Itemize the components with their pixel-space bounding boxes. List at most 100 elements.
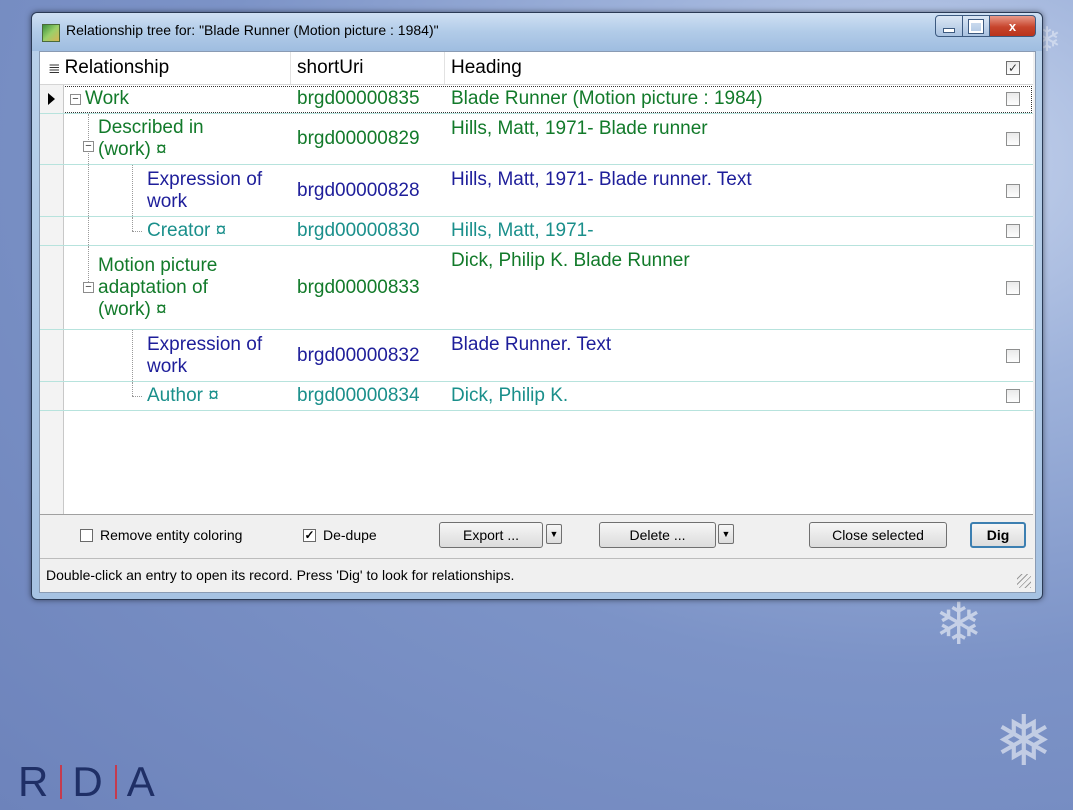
table-row[interactable]: Author ¤ brgd00000834 Dick, Philip K. [40, 382, 1033, 411]
checkbox-box[interactable]: ✓ [303, 528, 316, 542]
row-selector[interactable] [40, 246, 64, 329]
export-dropdown-icon[interactable]: ▼ [546, 524, 562, 544]
snowflake-decoration: ❅ [994, 700, 1053, 782]
relationship-cell: Expression of work [147, 165, 287, 216]
maximize-button[interactable] [963, 15, 990, 37]
remove-entity-coloring-checkbox[interactable]: Remove entity coloring [80, 527, 242, 543]
row-checkbox[interactable] [1006, 132, 1020, 146]
table-row[interactable]: − Motion picture adaptation of (work) ¤ … [40, 246, 1033, 330]
logo-letter: A [126, 758, 157, 805]
maximize-icon [969, 19, 983, 33]
logo-divider [60, 765, 63, 799]
column-menu-icon[interactable]: ≣ [48, 59, 61, 77]
minimize-icon [943, 27, 955, 33]
resize-grip-icon[interactable] [1017, 574, 1031, 588]
row-checkbox[interactable] [1006, 92, 1020, 106]
relationship-label: Author ¤ [147, 385, 219, 406]
row-checkbox[interactable] [1006, 224, 1020, 238]
relationship-cell: Creator ¤ [147, 217, 226, 245]
tree-connector [132, 165, 133, 216]
row-checkbox[interactable] [1006, 389, 1020, 403]
row-selector[interactable] [40, 330, 64, 381]
close-icon: x [1008, 18, 1017, 34]
relationship-label: Creator ¤ [147, 220, 227, 241]
collapse-icon[interactable]: − [70, 93, 81, 105]
current-row-arrow-icon [48, 93, 55, 105]
row-selector[interactable] [40, 114, 64, 164]
checkbox-box[interactable] [80, 528, 93, 542]
bottom-toolbar: Remove entity coloring ✓ De-dupe Export … [40, 515, 1033, 555]
tree-connector [132, 217, 133, 231]
table-row[interactable]: Expression of work brgd00000828 Hills, M… [40, 165, 1033, 217]
heading-cell: Blade Runner. Text [451, 334, 612, 355]
row-checkbox-cell [993, 382, 1033, 410]
window-client-area: ≣ Relationship shortUri Heading ✓ − Work… [39, 51, 1036, 593]
row-selector[interactable] [40, 85, 64, 113]
logo-divider [114, 765, 117, 799]
logo-letter: R [18, 758, 51, 805]
title-bar[interactable]: Relationship tree for: "Blade Runner (Mo… [32, 13, 1042, 51]
relationship-label: Expression of work [147, 333, 263, 377]
row-checkbox-cell [993, 85, 1033, 113]
close-selected-button[interactable]: Close selected [809, 522, 947, 548]
shorturi-cell: brgd00000830 [297, 220, 420, 241]
delete-dropdown-icon[interactable]: ▼ [718, 524, 734, 544]
logo-letter: D [72, 758, 105, 805]
row-selector-gutter [40, 411, 64, 514]
column-header-relationship[interactable]: ≣ Relationship [40, 52, 291, 84]
heading-cell: Blade Runner (Motion picture : 1984) [451, 88, 763, 109]
shorturi-cell: brgd00000829 [297, 128, 420, 149]
status-text: Double-click an entry to open its record… [46, 566, 515, 583]
relationship-label: Work [85, 88, 129, 109]
window-title: Relationship tree for: "Blade Runner (Mo… [66, 22, 439, 38]
heading-cell: Hills, Matt, 1971- [451, 220, 594, 241]
heading-cell: Hills, Matt, 1971- Blade runner. Text [451, 169, 752, 190]
checkbox-label: De-dupe [323, 527, 377, 543]
table-row[interactable]: Creator ¤ brgd00000830 Hills, Matt, 1971… [40, 217, 1033, 246]
row-checkbox-cell [993, 217, 1033, 245]
table-row[interactable]: − Described in (work) ¤ brgd00000829 Hil… [40, 114, 1033, 165]
row-checkbox-cell [993, 165, 1033, 216]
table-row[interactable]: − Work brgd00000835 Blade Runner (Motion… [40, 85, 1033, 114]
relationship-grid: ≣ Relationship shortUri Heading ✓ − Work… [40, 52, 1033, 515]
tree-connector [132, 330, 133, 381]
column-label: Heading [451, 57, 522, 78]
row-checkbox[interactable] [1006, 348, 1020, 363]
column-header-select-all[interactable]: ✓ [993, 52, 1033, 84]
column-label: Relationship [64, 57, 170, 78]
collapse-icon[interactable]: − [83, 282, 94, 293]
minimize-button[interactable] [935, 15, 963, 37]
checkbox-label: Remove entity coloring [100, 527, 243, 543]
export-button[interactable]: Export ... [439, 522, 543, 548]
snowflake-decoration: ❄ [934, 590, 983, 658]
heading-cell: Dick, Philip K. Blade Runner [451, 250, 690, 271]
table-row[interactable]: Expression of work brgd00000832 Blade Ru… [40, 330, 1033, 382]
relationship-cell: − Work [70, 85, 129, 113]
shorturi-cell: brgd00000835 [297, 88, 420, 109]
column-header-shorturi[interactable]: shortUri [291, 52, 445, 84]
row-selector[interactable] [40, 165, 64, 216]
relationship-cell: Expression of work [147, 330, 287, 381]
row-checkbox[interactable] [1006, 280, 1020, 295]
collapse-icon[interactable]: − [83, 140, 94, 152]
shorturi-cell: brgd00000832 [297, 344, 420, 366]
select-all-checkbox[interactable]: ✓ [1006, 61, 1020, 75]
window-controls: x [935, 15, 1036, 37]
heading-cell: Dick, Philip K. [451, 385, 569, 406]
column-header-heading[interactable]: Heading [445, 52, 993, 84]
close-button[interactable]: x [990, 15, 1036, 37]
tree-connector [88, 217, 89, 245]
row-checkbox[interactable] [1006, 183, 1020, 198]
rda-logo: RDA [18, 758, 157, 805]
tree-connector [88, 165, 89, 216]
delete-button[interactable]: Delete ... [599, 522, 716, 548]
relationship-cell: Author ¤ [147, 382, 219, 410]
row-selector[interactable] [40, 217, 64, 245]
tree-connector [132, 382, 133, 396]
row-selector[interactable] [40, 382, 64, 410]
relationship-tree-window: Relationship tree for: "Blade Runner (Mo… [31, 12, 1043, 600]
heading-cell: Hills, Matt, 1971- Blade runner [451, 118, 708, 139]
dedupe-checkbox[interactable]: ✓ De-dupe [303, 527, 377, 543]
grid-header: ≣ Relationship shortUri Heading ✓ [40, 52, 1033, 85]
dig-button[interactable]: Dig [970, 522, 1026, 548]
